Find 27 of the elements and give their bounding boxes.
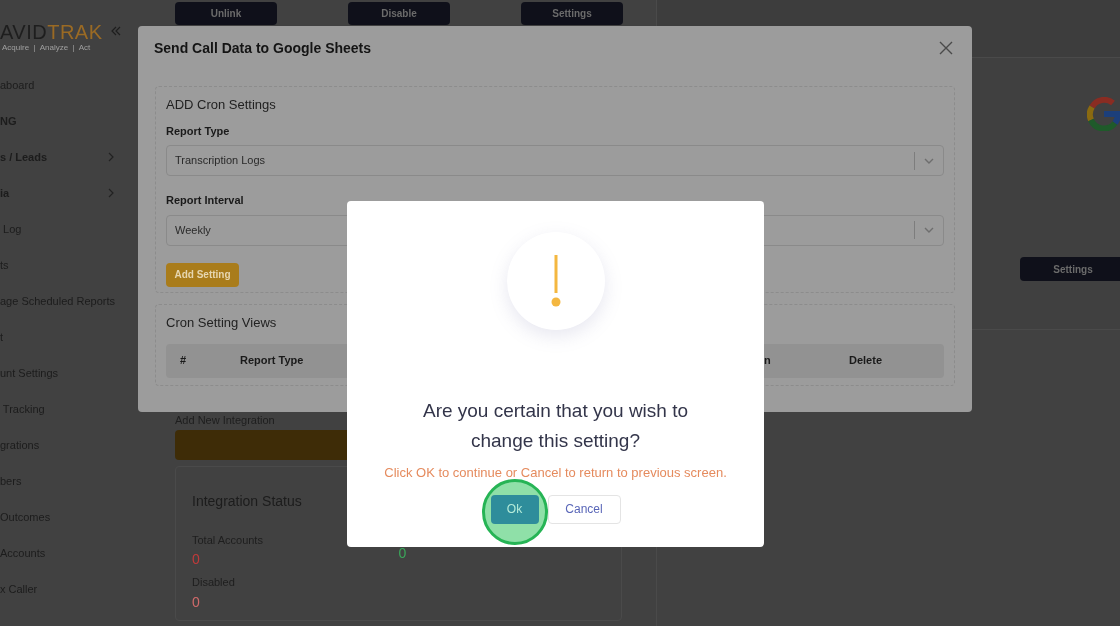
select-field[interactable]: Transcription Logs (166, 145, 944, 176)
stat-value: 0 (398, 543, 408, 563)
field-label: Report Interval (166, 193, 245, 208)
dialog-message: Click OK to continue or Cancel to return to previous screen. (384, 464, 727, 482)
section-title: Cron Setting Views (166, 314, 278, 332)
stat-value: 0 (192, 592, 201, 612)
column-header: Delete (849, 354, 883, 367)
brand-tagline: Acquire | Analyze | Act (1, 42, 92, 54)
action-button[interactable]: Disable (348, 2, 450, 25)
section-title: ADD Cron Settings (166, 96, 277, 114)
field-label: Report Type (166, 123, 231, 139)
column-header: Report Type (240, 354, 304, 367)
caret-icon (923, 156, 935, 165)
column-header: n (764, 354, 771, 367)
stat-value: 0 (192, 550, 201, 569)
dialog-title: Send Call Data to Google Sheets (154, 38, 372, 58)
settings-button[interactable]: Settings (1020, 257, 1120, 281)
close-icon[interactable] (939, 41, 953, 55)
add-setting-button[interactable]: Add Setting (166, 262, 239, 287)
action-button[interactable]: Settings (521, 2, 623, 25)
column-header: # (180, 354, 187, 367)
cancel-button[interactable]: Cancel (547, 494, 621, 524)
dialog-heading: Are you certain that you wish to change this setting? (421, 399, 690, 453)
caret-icon (923, 226, 935, 234)
action-button[interactable]: Unlink (175, 2, 277, 25)
google-logo-icon (1087, 97, 1120, 131)
collapse-icon[interactable] (110, 26, 121, 36)
